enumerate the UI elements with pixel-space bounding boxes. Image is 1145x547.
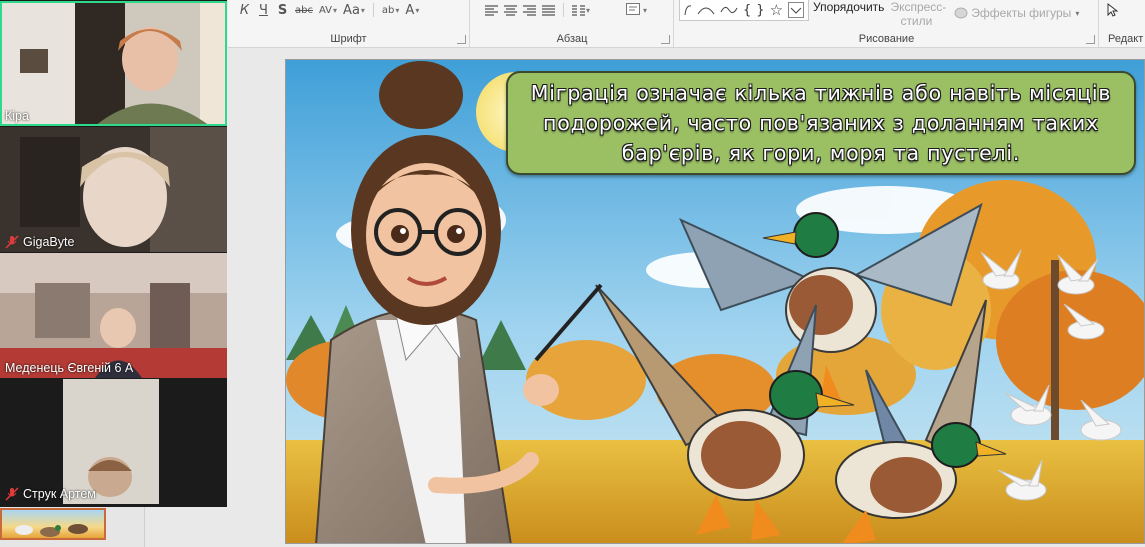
callout-text: Міграція означає кілька тижнів або навіт… xyxy=(530,81,1112,165)
video-gallery-panel: Кіра GigaByte Меденець Євгеній 6 А Струк… xyxy=(0,0,227,507)
align-right-icon[interactable] xyxy=(521,1,538,19)
columns-icon[interactable]: ▾ xyxy=(570,1,592,19)
paragraph-group-label: Абзац xyxy=(556,33,588,45)
participant-name: Струк Артем xyxy=(5,487,96,501)
font-color-button[interactable]: A ▾ xyxy=(403,1,421,19)
participant-name: Кіра xyxy=(5,109,29,123)
participant-video-tile[interactable]: GigaByte xyxy=(0,127,227,252)
participant-name: GigaByte xyxy=(5,235,74,249)
quick-styles-label-2: стили xyxy=(900,14,933,28)
separator xyxy=(563,3,564,17)
drawing-group: { } ☆ Упорядочить Экспресс- стили Эффект… xyxy=(675,0,1099,47)
underline-button[interactable]: Ч xyxy=(255,1,272,19)
gallery-more-icon[interactable] xyxy=(788,2,805,18)
participant-name: Меденець Євгеній 6 А xyxy=(5,361,133,375)
quick-styles-label-1: Экспресс- xyxy=(890,0,947,14)
shapes-gallery[interactable]: { } ☆ xyxy=(679,0,810,21)
shadow-button[interactable]: S xyxy=(274,1,291,19)
highlight-label: ab xyxy=(381,4,395,16)
character-spacing-label: AV xyxy=(318,4,333,16)
font-group-label: Шрифт xyxy=(330,33,367,45)
strikethrough-button[interactable]: abc xyxy=(293,1,315,19)
ribbon: К Ч S abc AV ▾ Aa ▾ ab ▾ A ▾ Шрифт ▾ ▾ А… xyxy=(228,0,1145,48)
participant-video xyxy=(0,253,227,378)
align-center-icon[interactable] xyxy=(502,1,519,19)
participant-video-tile[interactable]: Кіра xyxy=(0,1,227,126)
curve-icon[interactable] xyxy=(684,4,692,16)
chevron-down-icon: ▾ xyxy=(643,5,648,15)
slide-thumbnail[interactable] xyxy=(0,508,106,540)
drawing-group-label: Рисование xyxy=(858,33,915,45)
wave-icon[interactable] xyxy=(720,4,738,16)
paragraph-group: ▾ ▾ Абзац xyxy=(471,0,674,47)
dialog-launcher-icon[interactable] xyxy=(1086,35,1095,44)
chevron-down-icon: ▾ xyxy=(395,5,400,15)
chevron-down-icon: ▾ xyxy=(333,5,338,15)
brace-left-icon[interactable]: { xyxy=(743,3,751,18)
participant-video xyxy=(0,379,227,504)
star-icon[interactable]: ☆ xyxy=(770,1,783,19)
font-group: К Ч S abc AV ▾ Aa ▾ ab ▾ A ▾ Шрифт xyxy=(228,0,470,47)
editing-group-label: Редакт xyxy=(1108,33,1144,45)
participant-name-label: Меденець Євгеній 6 А xyxy=(5,361,134,375)
mic-muted-icon xyxy=(5,235,19,249)
italic-button[interactable]: К xyxy=(236,1,253,19)
justify-icon[interactable] xyxy=(540,1,557,19)
participant-video xyxy=(0,127,227,252)
change-case-button[interactable]: Aa ▾ xyxy=(341,1,367,19)
change-case-label: Aa xyxy=(343,2,360,18)
shape-effects-icon xyxy=(954,7,968,19)
font-color-label: A xyxy=(405,2,415,18)
arrange-button[interactable]: Упорядочить xyxy=(813,0,884,14)
participant-video-tile[interactable]: Струк Артем xyxy=(0,379,227,504)
chevron-down-icon: ▾ xyxy=(360,5,365,15)
editing-group: Редакт xyxy=(1100,0,1145,47)
shape-effects-label: Эффекты фигуры xyxy=(971,6,1072,20)
slide-canvas[interactable]: Міграція означає кілька тижнів або навіт… xyxy=(285,59,1145,544)
participant-name-label: GigaByte xyxy=(23,235,75,249)
highlight-color-button[interactable]: ab ▾ xyxy=(380,1,402,19)
separator xyxy=(372,3,374,17)
participant-video xyxy=(0,1,227,126)
text-box-icon[interactable]: ▾ xyxy=(624,1,649,19)
participant-video-tile[interactable]: Меденець Євгеній 6 А xyxy=(0,253,227,378)
chevron-down-icon: ▾ xyxy=(1075,8,1080,18)
mic-muted-icon xyxy=(5,487,19,501)
thumbnail-preview xyxy=(15,524,88,537)
dialog-launcher-icon[interactable] xyxy=(457,35,466,44)
brace-right-icon[interactable]: } xyxy=(756,3,764,18)
dialog-launcher-icon[interactable] xyxy=(661,35,670,44)
character-spacing-button[interactable]: AV ▾ xyxy=(317,1,339,19)
arc-icon[interactable] xyxy=(697,4,715,16)
quick-styles-button[interactable]: Экспресс- стили xyxy=(890,0,946,28)
select-cursor-icon[interactable] xyxy=(1107,3,1118,17)
callout-box[interactable]: Міграція означає кілька тижнів або навіт… xyxy=(506,71,1136,175)
chevron-down-icon: ▾ xyxy=(586,5,591,15)
participant-name-label: Струк Артем xyxy=(23,487,96,501)
shape-effects-button[interactable]: Эффекты фигуры ▾ xyxy=(954,6,1079,20)
align-left-icon[interactable] xyxy=(483,1,500,19)
participant-name-label: Кіра xyxy=(5,109,29,123)
chevron-down-icon: ▾ xyxy=(415,5,420,15)
